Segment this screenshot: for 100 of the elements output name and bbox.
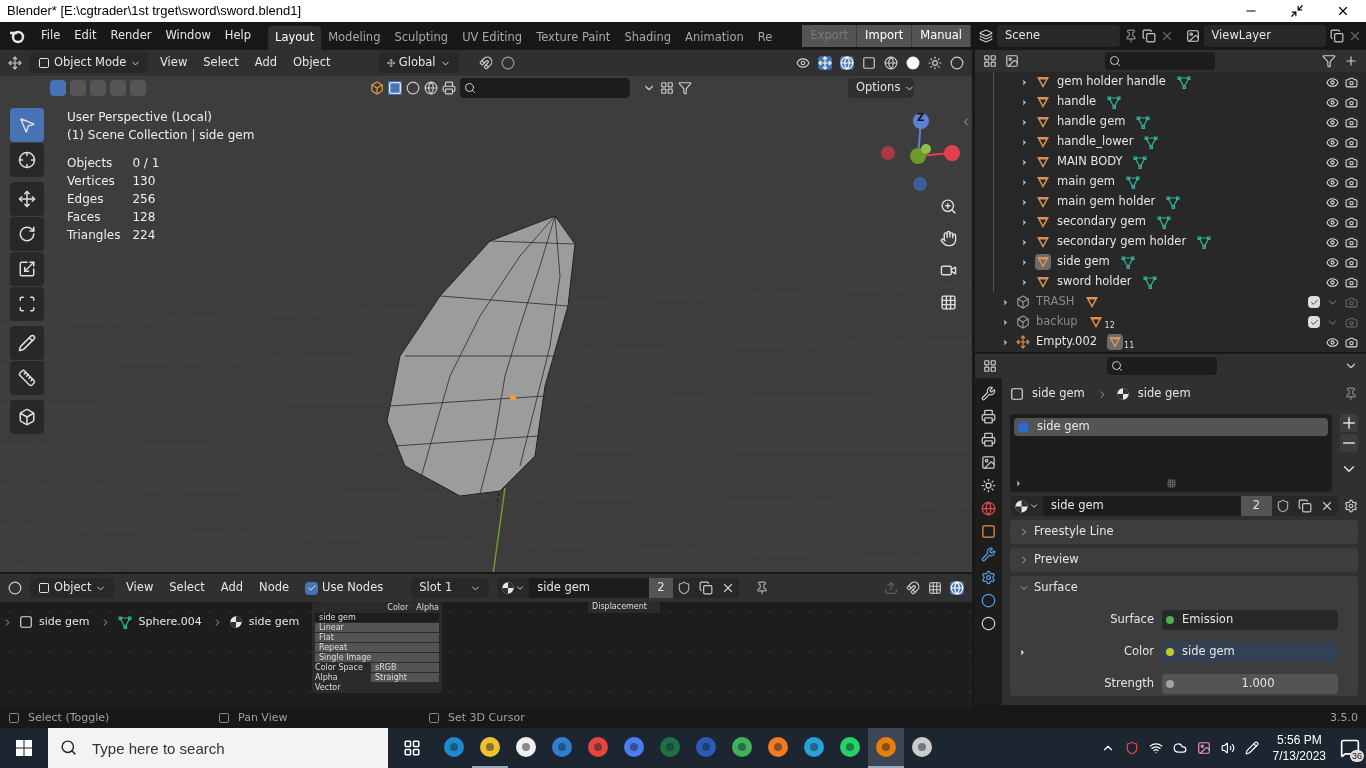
scale-icon[interactable] — [18, 260, 36, 278]
annotate-icon[interactable] — [18, 334, 36, 352]
outliner-item[interactable]: handle — [1057, 93, 1097, 111]
transform-icon[interactable] — [18, 295, 36, 313]
view-layer-icon[interactable] — [981, 455, 996, 470]
object-dropdown[interactable]: Object — [30, 578, 114, 598]
modifier-icon[interactable] — [981, 547, 996, 562]
node-dropdown[interactable]: Linear — [315, 623, 439, 632]
editor-type-icon[interactable] — [8, 56, 22, 70]
wireframe-icon[interactable] — [884, 56, 898, 70]
outliner-item[interactable]: main gem holder — [1057, 193, 1156, 211]
expand-arrow-icon[interactable] — [1014, 479, 1023, 488]
search-field[interactable]: Type here to search — [48, 728, 388, 768]
empty-icon[interactable] — [1016, 335, 1030, 349]
material-slot[interactable]: side gem — [1014, 418, 1328, 436]
outliner-item[interactable]: handle gem — [1057, 113, 1126, 131]
xray-icon[interactable] — [862, 56, 876, 70]
search-field[interactable] — [1107, 357, 1217, 375]
measure-tool[interactable] — [10, 361, 44, 395]
new-collection-icon[interactable] — [1344, 54, 1358, 68]
world-icon[interactable] — [981, 501, 996, 516]
close-icon[interactable] — [1336, 4, 1350, 18]
remove-slot-icon[interactable] — [1340, 434, 1358, 452]
add-cube-icon[interactable] — [18, 408, 36, 426]
image-field[interactable]: side gem — [315, 613, 439, 622]
move-tool[interactable] — [10, 182, 44, 216]
collection-icon[interactable] — [1016, 295, 1030, 309]
resize-handle-icon[interactable] — [1167, 479, 1176, 488]
solid-shading-icon[interactable] — [906, 56, 920, 70]
grid-icon[interactable] — [928, 581, 942, 595]
filter-icon[interactable] — [1322, 54, 1336, 68]
visibility-icon[interactable] — [1326, 235, 1339, 249]
workspace-tab[interactable]: Re — [750, 26, 780, 50]
workspace-tab[interactable]: Sculpting — [387, 26, 456, 50]
tree-icon[interactable] — [660, 81, 674, 95]
visibility-icon[interactable] — [1326, 135, 1339, 149]
node-dropdown[interactable]: Flat — [315, 633, 439, 642]
grid-icon[interactable] — [939, 293, 957, 311]
workspace-tab[interactable]: Texture Paint — [529, 26, 618, 50]
world-icon[interactable] — [424, 81, 438, 95]
gizmo-icon[interactable] — [818, 56, 832, 70]
node-dropdown[interactable]: Repeat — [315, 643, 439, 652]
search-field[interactable] — [1105, 52, 1215, 70]
new-scene-icon[interactable] — [1141, 29, 1156, 43]
output-node[interactable]: Displacement — [588, 602, 660, 613]
collection-icon[interactable] — [1016, 315, 1030, 329]
sphere-icon[interactable] — [406, 81, 420, 95]
start-icon[interactable] — [16, 740, 32, 756]
task-view-icon[interactable] — [403, 739, 421, 757]
cloud-icon[interactable] — [1172, 741, 1187, 755]
visibility-icon[interactable] — [1326, 155, 1339, 169]
editor-type-icon[interactable] — [8, 581, 22, 595]
outliner-item[interactable]: main gem — [1057, 173, 1115, 191]
duplicate-icon[interactable] — [698, 581, 713, 595]
menu-item[interactable]: Help — [217, 27, 259, 45]
outliner-item[interactable]: secondary gem — [1057, 213, 1146, 231]
expand-arrow-icon[interactable] — [1018, 647, 1027, 657]
use-nodes-checkbox[interactable]: Use Nodes — [301, 579, 388, 597]
menu-item[interactable]: Render — [103, 27, 159, 45]
move-icon[interactable] — [18, 190, 36, 208]
visibility-icon[interactable] — [1326, 175, 1339, 189]
wifi-icon[interactable] — [1148, 741, 1163, 755]
add-cube-tool[interactable] — [10, 400, 44, 434]
pen-icon[interactable] — [1244, 741, 1259, 755]
visibility-icon[interactable] — [1326, 75, 1339, 89]
duplicate-icon[interactable] — [1298, 499, 1312, 513]
outliner-item[interactable]: gem holder handle — [1057, 73, 1166, 91]
tray-icon[interactable] — [1124, 741, 1139, 755]
panel-header[interactable]: Preview — [1010, 548, 1358, 572]
scale-tool[interactable] — [10, 252, 44, 286]
new-layer-icon[interactable] — [1330, 29, 1344, 43]
outliner-item[interactable]: handle_lower — [1057, 133, 1134, 151]
proportional-icon[interactable] — [500, 56, 515, 70]
select-box-tool[interactable] — [10, 108, 44, 142]
view-layer-icon[interactable] — [1005, 54, 1019, 68]
cursor-tool[interactable] — [10, 143, 44, 177]
menu-item[interactable]: View — [122, 579, 158, 597]
scene-field[interactable]: Scene — [997, 25, 1120, 47]
rotate-icon[interactable] — [18, 225, 36, 243]
menu-item[interactable]: View — [156, 54, 192, 72]
volume-icon[interactable] — [1220, 741, 1235, 755]
tray-icon[interactable] — [1196, 741, 1211, 755]
transform-tool[interactable] — [10, 287, 44, 321]
measure-icon[interactable] — [18, 369, 36, 387]
select-box-icon[interactable] — [18, 116, 36, 134]
mode-dropdown[interactable]: Object Mode — [30, 53, 148, 73]
rendered-shading-icon[interactable] — [950, 56, 964, 70]
workspace-tab[interactable]: UV Editing — [455, 26, 530, 50]
visibility-icon[interactable] — [1326, 215, 1339, 229]
menu-item[interactable]: Select — [165, 579, 209, 597]
exclude-checkbox[interactable] — [1308, 296, 1320, 308]
outliner-item[interactable]: side gem — [1057, 253, 1110, 271]
fake-user-icon[interactable] — [676, 581, 691, 595]
display-mode-icon[interactable] — [983, 54, 997, 68]
menu-item[interactable]: Object — [289, 54, 335, 72]
menu-item[interactable]: Select — [199, 54, 243, 72]
view-layer-field[interactable]: ViewLayer — [1203, 25, 1326, 47]
number-field[interactable]: 1.000 — [1162, 674, 1338, 694]
workspace-tab[interactable]: Animation — [678, 26, 751, 50]
add-slot-icon[interactable] — [1340, 414, 1358, 432]
